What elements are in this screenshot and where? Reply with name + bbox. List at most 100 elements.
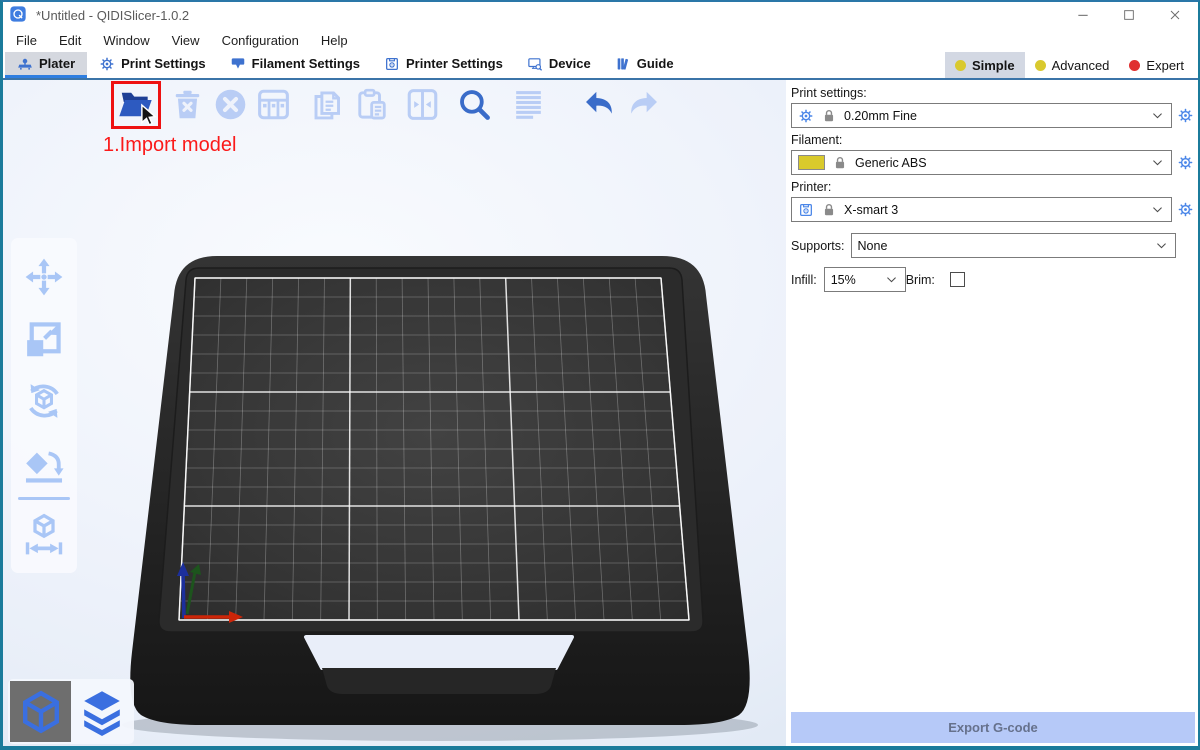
chevron-down-icon	[1155, 239, 1168, 252]
mode-simple[interactable]: Simple	[945, 52, 1025, 78]
print-settings-label: Print settings:	[791, 86, 1195, 100]
chevron-down-icon	[1151, 203, 1164, 216]
close-button[interactable]	[1152, 2, 1198, 28]
mouse-cursor	[134, 101, 161, 128]
minimize-button[interactable]	[1060, 2, 1106, 28]
filament-label: Filament:	[791, 133, 1195, 147]
tab-print-settings[interactable]: Print Settings	[87, 52, 218, 78]
menu-edit[interactable]: Edit	[48, 28, 92, 52]
undo-button[interactable]	[578, 84, 618, 124]
menu-window[interactable]: Window	[92, 28, 160, 52]
printer-select[interactable]: X-smart 3	[791, 197, 1172, 222]
layers-lines-icon	[510, 86, 547, 123]
menu-help[interactable]: Help	[310, 28, 359, 52]
supports-select[interactable]: None	[851, 233, 1176, 258]
export-gcode-button[interactable]: Export G-code	[791, 712, 1195, 743]
gizmo-rotate-button[interactable]	[16, 370, 72, 432]
close-icon	[1167, 7, 1183, 23]
window-title: *Untitled - QIDISlicer-1.0.2	[36, 8, 189, 23]
settings-sidebar: Print settings: 0.20mm Fine Filament: Ge…	[786, 80, 1198, 746]
edit-filament-button[interactable]	[1176, 154, 1195, 171]
brim-checkbox[interactable]	[950, 272, 965, 287]
cursor-icon	[134, 101, 161, 128]
gizmo-separator	[18, 497, 70, 500]
3d-view-button[interactable]	[10, 681, 71, 742]
main-area: 1.Import model Print settings: 0.20mm Fi…	[3, 80, 1198, 746]
annotation-import-model: 1.Import model	[103, 134, 236, 157]
paste-icon	[353, 86, 390, 123]
printer-label: Printer:	[791, 180, 1195, 194]
search-icon	[456, 86, 493, 123]
delete-button[interactable]	[167, 84, 207, 124]
gizmo-scale-button[interactable]	[16, 308, 72, 370]
arrange-icon	[255, 86, 292, 123]
delete-all-button[interactable]	[210, 84, 250, 124]
arrange-button[interactable]	[253, 84, 293, 124]
split-objects-button[interactable]	[402, 84, 442, 124]
infill-label: Infill:	[791, 273, 817, 287]
titlebar: *Untitled - QIDISlicer-1.0.2	[3, 2, 1198, 28]
mode-advanced[interactable]: Advanced	[1025, 52, 1120, 78]
device-icon	[527, 56, 543, 72]
chevron-down-icon	[885, 273, 898, 286]
lock-icon	[821, 108, 837, 124]
mode-switcher: SimpleAdvancedExpert	[945, 52, 1198, 78]
qidislicer-window: *Untitled - QIDISlicer-1.0.2 FileEditWin…	[0, 0, 1200, 750]
lock-icon	[832, 155, 848, 171]
mode-dot-icon	[1129, 60, 1140, 71]
menu-view[interactable]: View	[161, 28, 211, 52]
tab-device[interactable]: Device	[515, 52, 603, 78]
infill-select[interactable]: 15%	[824, 267, 906, 292]
chevron-down-icon	[885, 273, 898, 286]
search-button[interactable]	[454, 84, 494, 124]
printer-icon	[798, 202, 814, 218]
lock-icon	[821, 202, 837, 218]
edit-print-settings-button[interactable]	[1176, 107, 1195, 124]
delete-icon	[169, 86, 206, 123]
move-icon	[21, 254, 67, 300]
brim-label: Brim:	[906, 273, 935, 287]
gear-icon	[798, 108, 814, 124]
print-settings-select[interactable]: 0.20mm Fine	[791, 103, 1172, 128]
build-plate	[3, 80, 786, 746]
view-toggle	[8, 679, 134, 744]
gizmo-move-button[interactable]	[16, 246, 72, 308]
gear-blue-icon	[1177, 154, 1194, 171]
print-settings-value: 0.20mm Fine	[844, 109, 1144, 123]
supports-label: Supports:	[791, 239, 845, 253]
tab-filament-settings[interactable]: Filament Settings	[218, 52, 372, 78]
delete-all-icon	[212, 86, 249, 123]
copy-button[interactable]	[306, 84, 346, 124]
gizmo-place-on-face-button[interactable]	[16, 432, 72, 494]
redo-button[interactable]	[624, 84, 664, 124]
mode-expert[interactable]: Expert	[1119, 52, 1194, 78]
menu-configuration[interactable]: Configuration	[211, 28, 310, 52]
menu-file[interactable]: File	[5, 28, 48, 52]
variable-layers-button[interactable]	[508, 84, 548, 124]
paste-button[interactable]	[351, 84, 391, 124]
tab-guide[interactable]: Guide	[603, 52, 686, 78]
gizmo-measure-button[interactable]	[16, 503, 72, 565]
gear-blue-icon	[1177, 107, 1194, 124]
viewport-3d[interactable]: 1.Import model	[3, 80, 786, 746]
layers-preview-button[interactable]	[71, 681, 132, 742]
chevron-down-icon	[1151, 109, 1164, 122]
printer-settings-icon	[384, 56, 400, 72]
maximize-button[interactable]	[1106, 2, 1152, 28]
chevron-down-icon	[1151, 203, 1164, 216]
mode-dot-icon	[1035, 60, 1046, 71]
lock-icon	[832, 155, 848, 171]
rotate-icon	[21, 378, 67, 424]
measure-icon	[21, 511, 67, 557]
tab-printer-settings[interactable]: Printer Settings	[372, 52, 515, 78]
tab-plater[interactable]: Plater	[5, 52, 87, 78]
filament-value: Generic ABS	[855, 156, 1144, 170]
edit-printer-button[interactable]	[1176, 201, 1195, 218]
filament-select[interactable]: Generic ABS	[791, 150, 1172, 175]
place-on-face-icon	[21, 440, 67, 486]
lock-icon	[821, 108, 837, 124]
cube-3d-icon	[17, 688, 65, 736]
printer-small-icon	[798, 202, 814, 218]
chevron-down-icon	[1155, 239, 1168, 252]
undo-icon	[580, 86, 617, 123]
